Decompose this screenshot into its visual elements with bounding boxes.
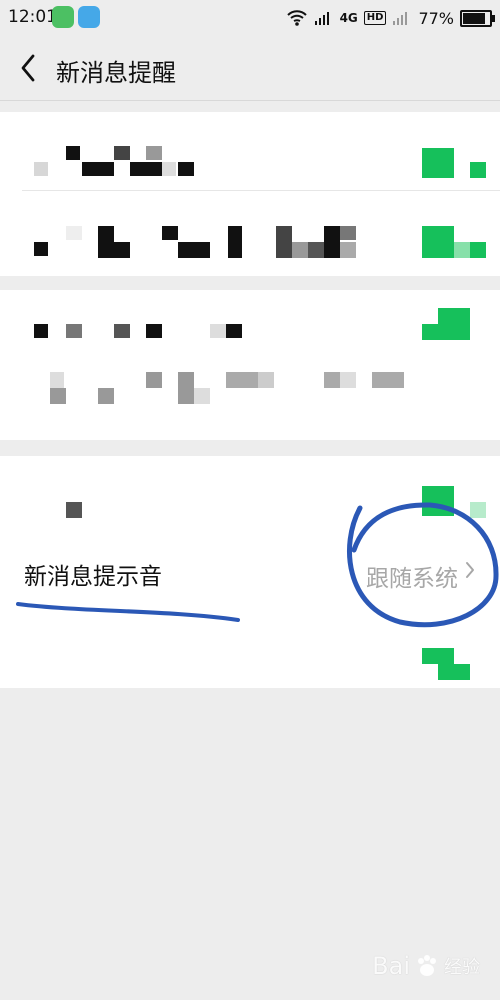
settings-card-1 — [0, 112, 500, 276]
obscured-text-block — [66, 146, 80, 160]
obscured-text-block — [178, 162, 194, 176]
paw-icon — [418, 955, 436, 976]
back-icon[interactable] — [12, 48, 46, 88]
toggle-switch-2[interactable] — [422, 226, 454, 258]
chevron-right-icon — [466, 562, 474, 578]
obscured-text-block — [66, 502, 82, 518]
obscured-text-block — [34, 242, 48, 256]
obscured-text-block — [98, 162, 114, 176]
obscured-text-block — [308, 242, 324, 258]
toggle-switch-1-knob — [470, 162, 486, 178]
page-title: 新消息提醒 — [56, 59, 176, 87]
app-badge-green — [52, 6, 74, 28]
obscured-text-block — [34, 324, 48, 338]
hd-badge: HD — [363, 11, 387, 25]
obscured-text-block — [226, 372, 258, 388]
obscured-text-block — [162, 226, 178, 240]
obscured-text-block — [130, 162, 162, 176]
obscured-text-block — [146, 146, 162, 160]
status-bar: 12:01 4G HD 77% — [0, 0, 500, 36]
obscured-text-block — [340, 242, 356, 258]
obscured-text-block — [210, 324, 226, 338]
status-right: 4G HD 77% — [286, 6, 495, 30]
signal-icon — [314, 12, 329, 25]
toggle-switch-5-body — [438, 664, 470, 680]
wifi-icon — [286, 10, 307, 26]
toggle-switch-3[interactable] — [422, 324, 438, 340]
obscured-text-block — [146, 324, 162, 338]
obscured-text-block — [324, 226, 340, 258]
toggle-switch-3-body — [438, 308, 470, 340]
obscured-text-block — [292, 242, 308, 258]
obscured-text-block — [258, 372, 274, 388]
nav-bar: 新消息提醒 — [0, 36, 500, 101]
battery-icon — [460, 9, 495, 27]
obscured-text-block — [114, 242, 130, 258]
obscured-text-block — [50, 372, 64, 388]
watermark-subtext: 经验 — [444, 957, 480, 978]
obscured-text-block — [340, 226, 356, 240]
settings-card-2 — [0, 290, 500, 440]
obscured-text-block — [276, 226, 292, 258]
network-label: 4G — [339, 11, 358, 25]
obscured-text-block — [178, 372, 194, 404]
obscured-text-block — [114, 324, 130, 338]
obscured-text-block — [50, 388, 66, 404]
obscured-text-block — [226, 324, 242, 338]
new-message-sound-row[interactable]: 新消息提示音 跟随系统 — [0, 532, 500, 614]
watermark: Bai 经验 — [372, 952, 480, 980]
obscured-text-block — [340, 372, 356, 388]
obscured-text-block — [66, 226, 82, 240]
toggle-switch-4-knob — [470, 502, 486, 518]
toggle-switch-2-knob — [454, 242, 470, 258]
app-badge-blue — [78, 6, 100, 28]
obscured-text-block — [194, 388, 210, 404]
obscured-text-block — [98, 388, 114, 404]
toggle-switch-1[interactable] — [422, 148, 454, 178]
divider-1 — [22, 190, 500, 191]
obscured-text-block — [98, 226, 114, 258]
obscured-text-block — [178, 242, 210, 258]
toggle-switch-5[interactable] — [422, 648, 454, 664]
new-message-sound-label: 新消息提示音 — [24, 564, 162, 590]
obscured-text-block — [372, 372, 404, 388]
toggle-switch-4[interactable] — [422, 486, 454, 516]
obscured-text-block — [146, 372, 162, 388]
battery-fill — [463, 12, 485, 24]
new-message-sound-value: 跟随系统 — [366, 566, 458, 592]
obscured-text-block — [162, 162, 176, 176]
signal-icon-2 — [393, 12, 408, 25]
obscured-text-block — [228, 226, 242, 258]
obscured-text-block — [34, 162, 48, 176]
obscured-text-block — [82, 162, 98, 176]
toggle-switch-2-knob-2 — [470, 242, 486, 258]
obscured-text-block — [114, 146, 130, 160]
watermark-text: Bai — [372, 952, 410, 980]
obscured-text-block — [66, 324, 82, 338]
status-time: 12:01 — [8, 7, 57, 27]
battery-percent: 77% — [418, 8, 454, 28]
obscured-text-block — [324, 372, 340, 388]
